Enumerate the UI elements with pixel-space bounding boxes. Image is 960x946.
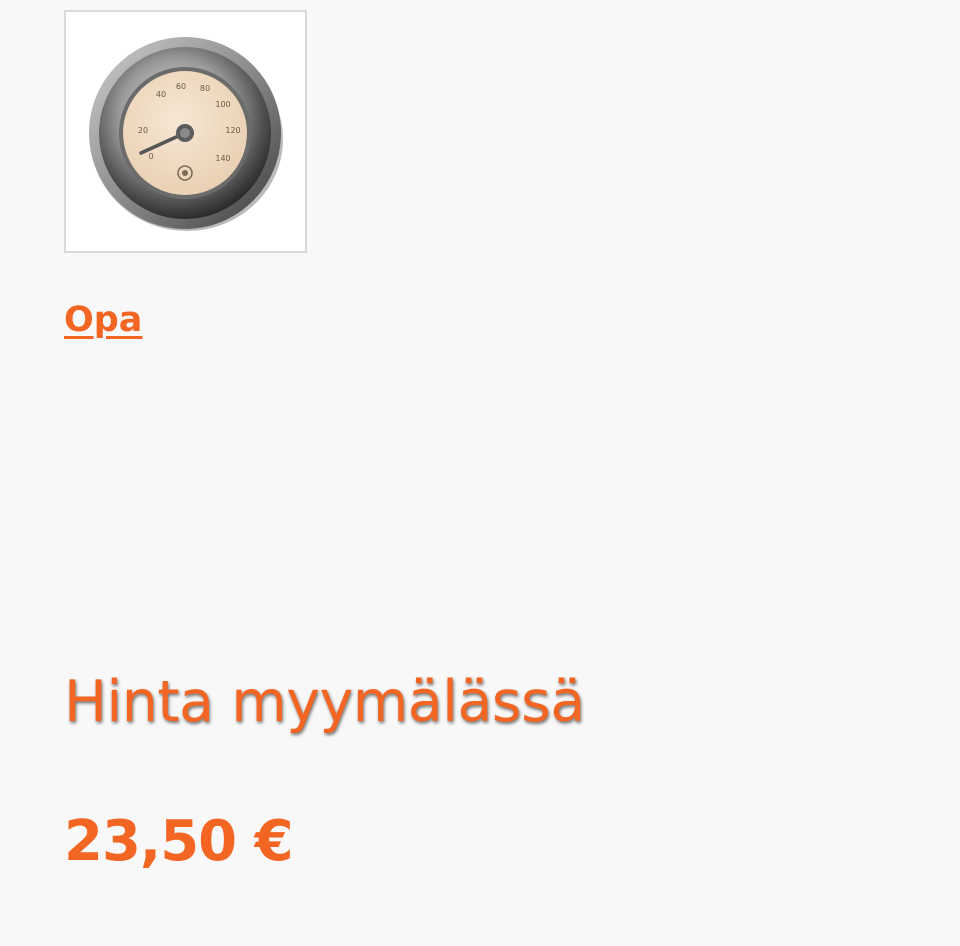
dial-label: 120 [225, 126, 240, 135]
price-value: 23,50 € [64, 809, 294, 874]
dial-label: 80 [199, 84, 209, 93]
dial-label: 100 [215, 100, 230, 109]
dial-label: 140 [215, 154, 230, 163]
dial-label: 20 [137, 126, 147, 135]
sauna-thermometer-icon: 40 60 80 100 120 140 20 0 [88, 36, 283, 231]
price-heading: Hinta myymälässä [64, 669, 585, 735]
dial-label: 60 [175, 82, 185, 91]
dial-label: 40 [155, 90, 165, 99]
dial-label: 0 [148, 152, 153, 161]
product-image[interactable]: 40 60 80 100 120 140 20 0 [64, 10, 307, 253]
brand-link[interactable]: Opa [64, 296, 142, 344]
